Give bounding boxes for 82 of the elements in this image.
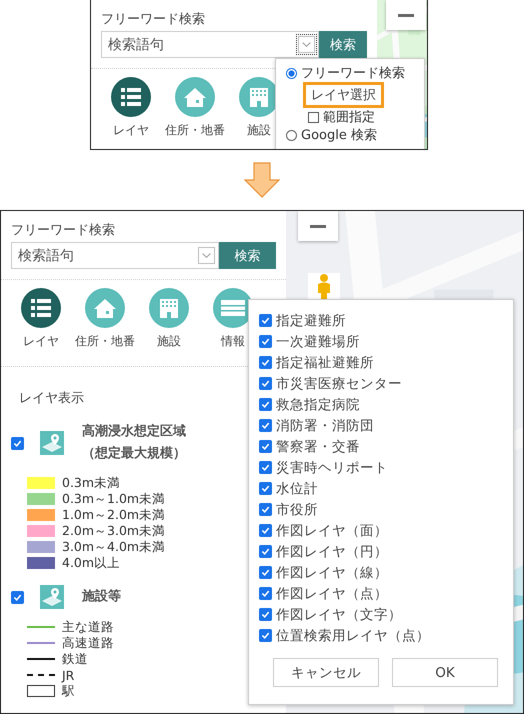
checkbox[interactable] [259,524,272,537]
checkbox[interactable] [259,629,272,642]
layer-option-label: 作図レイヤ（面） [276,522,388,540]
checkbox[interactable] [308,112,319,122]
layer-option-label: 救急指定病院 [276,396,360,414]
layer-option-label: 作図レイヤ（線） [276,564,388,582]
checkbox[interactable] [259,398,272,411]
layer-option-label: 作図レイヤ（円） [276,542,388,560]
radio-button[interactable] [286,130,297,140]
house-icon [85,288,125,328]
legend-label: 高速道路 [62,634,114,652]
tool-button[interactable]: 施設 [139,288,199,350]
layer-option-label: 指定避難所 [276,312,346,330]
legend-label: 0.3m未満 [62,474,120,492]
layer-option-label: 作図レイヤ（文字） [276,606,402,624]
checkbox[interactable] [259,608,272,621]
option-label: フリーワード検索 [301,65,405,82]
house-icon [175,77,215,117]
search-field[interactable]: 検索語句 [11,242,219,269]
checkbox[interactable] [259,545,272,558]
checkbox[interactable] [11,436,24,450]
dropdown-icon[interactable] [198,247,215,264]
option-label: 範囲指定 [323,109,375,126]
legend-label: 4.0m以上 [62,554,120,572]
section-title: レイヤ表示 [19,390,84,407]
layer-option-label: 指定福祉避難所 [276,354,374,372]
layer-group-title: 高潮浸水想定区域 （想定最大規模） [82,422,186,463]
layer-option-label: 一次避難場所 [276,332,360,350]
radio-option[interactable]: Google 検索 [286,126,414,144]
search-label: フリーワード検索 [101,11,206,28]
radio-option[interactable]: フリーワード検索 [286,64,414,82]
layer-select-option[interactable]: レイヤ選択 [303,82,384,108]
legend-label: JR [62,668,74,682]
list-icon [21,288,61,328]
layer-option-label: 災害時ヘリポート [276,458,388,476]
legend-label: 3.0m～4.0m未満 [62,538,166,556]
checkbox[interactable] [259,503,272,516]
search-field[interactable]: 検索語句 [101,31,319,58]
search-button[interactable]: 検索 [319,31,367,58]
list-icon [111,77,151,117]
layer-group-title: 施設等 [82,588,121,606]
layer-option-label: 作図レイヤ（点） [276,584,388,602]
checkbox[interactable] [259,482,272,495]
map-pin-icon [40,431,64,455]
map-pin-icon [40,585,64,609]
legend-label: 2.0m～3.0m未満 [62,522,166,540]
tool-button[interactable]: レイヤ [11,288,71,350]
legend-label: 1.0m～2.0m未満 [62,506,166,524]
down-arrow-icon [244,162,280,198]
tool-button[interactable]: レイヤ [101,77,161,139]
ok-button[interactable]: OK [392,658,498,687]
checkbox[interactable] [259,419,272,432]
dropdown-icon[interactable] [298,36,315,53]
building-icon [149,288,189,328]
checkbox[interactable] [259,377,272,390]
layer-option-label: 市役所 [276,500,318,518]
checkbox[interactable] [259,566,272,579]
checkbox[interactable] [259,587,272,600]
legend-label: 0.3m～1.0m未満 [62,490,166,508]
layer-option-label: 消防署・消防団 [276,416,374,434]
search-button[interactable]: 検索 [219,242,276,269]
option-label: Google 検索 [301,127,377,144]
cancel-button[interactable]: キャンセル [273,658,379,687]
legend-label: 駅 [62,682,75,700]
checkbox[interactable] [259,461,272,474]
checkbox[interactable] [259,335,272,348]
zoom-out-button[interactable] [298,211,338,241]
legend-label: 鉄道 [62,650,88,668]
checkbox[interactable] [11,590,24,604]
checkbox[interactable] [259,440,272,453]
tool-button[interactable]: 住所・地番 [165,77,225,139]
search-label: フリーワード検索 [11,222,116,239]
radio-button[interactable] [286,68,297,78]
tool-button[interactable]: 住所・地番 [75,288,135,350]
layer-option-label: 位置検索用レイヤ（点） [276,626,430,644]
layer-option-label: 水位計 [276,480,318,498]
legend-label: 主な道路 [62,618,114,636]
layer-option-label: 警察署・交番 [276,438,360,456]
checkbox[interactable] [259,356,272,369]
zoom-out-button[interactable] [386,0,426,30]
layer-option-label: 市災害医療センター [276,374,402,392]
checkbox[interactable] [259,314,272,327]
